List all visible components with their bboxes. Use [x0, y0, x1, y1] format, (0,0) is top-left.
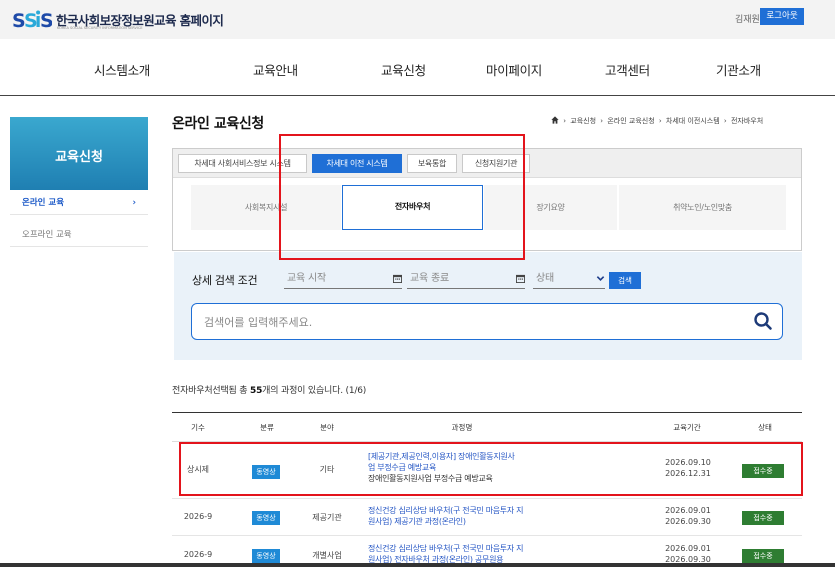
course-title-line: 원사업) 제공기관 과정(온라인) [368, 517, 466, 526]
result-count: 55 [250, 386, 263, 396]
start-date-placeholder: 교육 시작 [287, 273, 326, 284]
course-title-line: 정신건강 심리상담 바우처(구 전국민 마음투자 지 [368, 506, 524, 515]
sub-tab-welfare-facility[interactable]: 사회복지시설 [191, 185, 341, 230]
nav-mypage[interactable]: 마이페이지 [486, 60, 542, 79]
calendar-icon[interactable] [393, 274, 402, 283]
home-icon[interactable] [551, 116, 559, 124]
sidebar-item-label: 온라인 교육 [22, 198, 65, 208]
status-badge: 접수중 [742, 549, 784, 563]
svg-text:S: S [40, 10, 52, 32]
col-period: 교육기간 [673, 423, 701, 432]
breadcrumb-separator: › [723, 117, 727, 125]
page-title: 온라인 교육신청 [172, 116, 264, 132]
nav-agency-intro[interactable]: 기관소개 [716, 60, 761, 79]
table-header: 기수 분류 분야 과정명 교육기간 상태 [172, 412, 802, 442]
sidebar-item-offline[interactable]: 오프라인 교육 [10, 223, 148, 247]
result-prefix: 전자바우처선택됨 총 [172, 386, 251, 396]
site-subtitle: KOREA SOCIAL SECURITY INFORMATION SERVIC… [57, 26, 143, 30]
status-select[interactable]: 상태 [533, 268, 605, 289]
breadcrumb-item[interactable]: 온라인 교육신청 [607, 117, 654, 125]
course-subtitle: 장애인활동지원사업 부정수급 예방교육 [368, 474, 493, 483]
period-end: 2026.09.30 [665, 517, 711, 526]
row-round: 상시제 [186, 465, 210, 474]
ssis-logo[interactable]: S S S [12, 6, 52, 32]
logout-button[interactable]: 로그아웃 [760, 8, 804, 25]
period-end: 2026.12.31 [665, 469, 711, 478]
row-period: 2026.09.10 2026.12.31 [650, 457, 726, 479]
course-title-line: 업 부정수급 예방교육 [368, 463, 437, 472]
row-field: 개별사업 [312, 551, 342, 560]
top-bar: S S S 한국사회보장정보원교육 홈페이지 KOREA SOCIAL SECU… [0, 0, 835, 39]
period-start: 2026.09.01 [665, 544, 711, 553]
sidebar-title-box: 교육신청 [10, 117, 148, 190]
breadcrumb-item[interactable]: 차세대 이전시스템 [666, 117, 720, 125]
course-title-link[interactable]: 정신건강 심리상담 바우처(구 전국민 마음투자 지 원사업) 전자바우처 과정… [368, 543, 524, 565]
result-suffix: 개의 과정이 있습니다. (1/6) [262, 386, 367, 396]
user-name: 김재원 [735, 15, 760, 25]
status-placeholder: 상태 [536, 273, 554, 284]
nav-customer-center[interactable]: 고객센터 [605, 60, 650, 79]
nav-education-apply[interactable]: 교육신청 [381, 60, 426, 79]
course-title-line: 정신건강 심리상담 바우처(구 전국민 마음투자 지 [368, 544, 524, 553]
col-field: 분야 [320, 423, 334, 432]
row-round: 2026-9 [183, 550, 213, 559]
row-field: 제공기관 [312, 513, 342, 522]
svg-text:S: S [24, 10, 38, 32]
main-nav: 시스템소개 교육안내 교육신청 마이페이지 고객센터 기관소개 [0, 39, 835, 96]
breadcrumb-item[interactable]: 교육신청 [570, 117, 596, 125]
period-start: 2026.09.10 [665, 458, 711, 467]
row-field: 기타 [319, 465, 335, 474]
breadcrumb-separator: › [600, 117, 604, 125]
category-badge: 동영상 [252, 465, 280, 479]
search-button[interactable]: 검색 [609, 272, 641, 289]
end-date-placeholder: 교육 종료 [410, 273, 449, 284]
sub-tab-long-term-care[interactable]: 장기요양 [484, 185, 617, 230]
row-period: 2026.09.01 2026.09.30 [650, 543, 726, 565]
row-period: 2026.09.01 2026.09.30 [650, 505, 726, 527]
result-summary: 전자바우처선택됨 총 55개의 과정이 있습니다. (1/6) [172, 383, 366, 396]
period-start: 2026.09.01 [665, 506, 711, 515]
sub-tab-elderly-care[interactable]: 취약노인/노인맞춤 [619, 185, 786, 230]
search-label: 상세 검색 조건 [192, 274, 258, 287]
col-category: 분류 [260, 423, 274, 432]
sub-tab-e-voucher[interactable]: 전자바우처 [342, 185, 483, 230]
nav-education-guide[interactable]: 교육안내 [253, 60, 298, 79]
course-title-link[interactable]: [제공기관,제공인력,이용자] 장애인활동지원사 업 부정수급 예방교육 장애인… [368, 451, 515, 484]
chevron-down-icon [596, 276, 605, 281]
tab-support-agency[interactable]: 신청지원기관 [462, 154, 530, 173]
breadcrumb: › 교육신청 › 온라인 교육신청 › 차세대 이전시스템 › 전자바우처 [551, 116, 763, 126]
sidebar-title: 교육신청 [55, 150, 103, 165]
tab-childcare[interactable]: 보육통합 [407, 154, 457, 173]
row-round: 2026-9 [183, 512, 213, 521]
keyword-input[interactable] [204, 311, 734, 333]
start-date-field[interactable]: 교육 시작 [284, 268, 402, 289]
tab-bar: 차세대 사회서비스정보 시스템 차세대 이전 시스템 보육통합 신청지원기관 [173, 149, 801, 178]
breadcrumb-separator: › [658, 117, 662, 125]
category-badge: 동영상 [252, 511, 280, 525]
search-icon[interactable] [752, 310, 774, 332]
keyword-search-box [191, 303, 783, 340]
nav-system-intro[interactable]: 시스템소개 [94, 60, 150, 79]
sidebar-item-online[interactable]: 온라인 교육 › [10, 191, 148, 215]
col-status: 상태 [758, 423, 772, 432]
chevron-right-icon: › [132, 198, 136, 208]
end-date-field[interactable]: 교육 종료 [407, 268, 525, 289]
breadcrumb-item[interactable]: 전자바우처 [731, 117, 763, 125]
status-badge: 접수중 [742, 464, 784, 478]
breadcrumb-separator: › [563, 117, 567, 125]
col-title: 과정명 [451, 423, 473, 432]
category-badge: 동영상 [252, 549, 280, 563]
system-tab-panel: 차세대 사회서비스정보 시스템 차세대 이전 시스템 보육통합 신청지원기관 사… [172, 148, 802, 251]
col-round: 기수 [191, 423, 205, 432]
bottom-bar [0, 563, 835, 567]
sidebar-item-label: 오프라인 교육 [22, 230, 72, 240]
tab-next-gen-system[interactable]: 차세대 사회서비스정보 시스템 [178, 154, 307, 173]
calendar-icon[interactable] [516, 274, 525, 283]
status-badge: 접수중 [742, 511, 784, 525]
course-title-link[interactable]: 정신건강 심리상담 바우처(구 전국민 마음투자 지 원사업) 제공기관 과정(… [368, 505, 524, 527]
table-row[interactable]: 상시제 동영상 기타 [제공기관,제공인력,이용자] 장애인활동지원사 업 부정… [172, 443, 802, 499]
tab-previous-system[interactable]: 차세대 이전 시스템 [312, 154, 402, 173]
table-row[interactable]: 2026-9 동영상 제공기관 정신건강 심리상담 바우처(구 전국민 마음투자… [172, 500, 802, 536]
course-title-line: [제공기관,제공인력,이용자] 장애인활동지원사 [368, 452, 515, 461]
